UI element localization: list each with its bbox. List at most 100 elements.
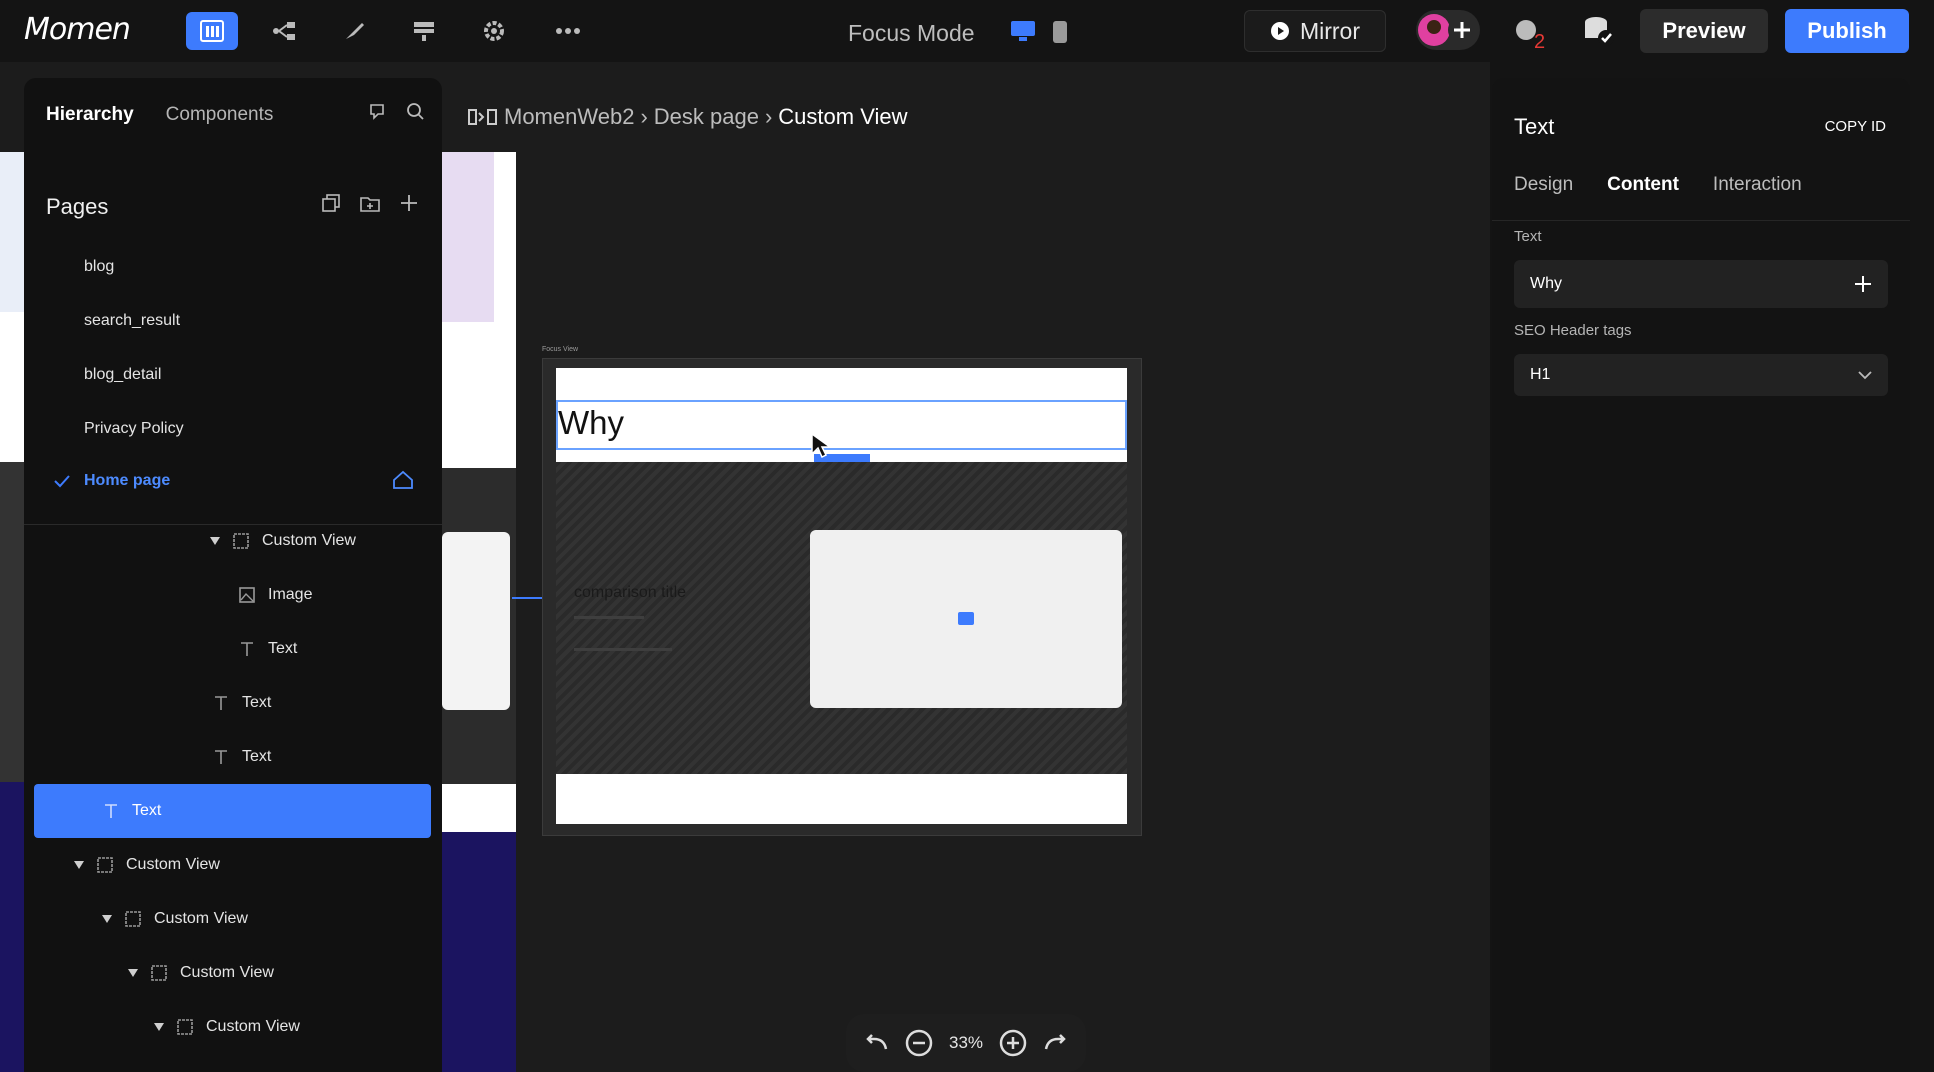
flow-icon[interactable] [258,12,310,50]
mobile-device-icon[interactable] [1052,20,1068,49]
placeholder-text-line [574,648,672,651]
breadcrumb-item-current[interactable]: Custom View [778,104,907,130]
selected-text-outline[interactable] [556,400,1127,450]
focus-mode-label[interactable]: Focus Mode [848,20,975,47]
caret-down-icon[interactable] [74,861,84,869]
tree-item-label: Text [268,640,298,657]
home-icon [393,470,413,489]
canvas-page-preview [442,152,516,1072]
tree-item-label: Custom View [154,910,248,927]
layout-panel-icon[interactable] [186,12,238,50]
tree-item-custom-view[interactable]: Custom View [210,526,356,556]
seo-header-select[interactable]: H1 [1514,354,1888,396]
caret-down-icon[interactable] [210,537,220,545]
zoom-out-icon[interactable] [905,1029,933,1057]
publish-button[interactable]: Publish [1785,9,1909,53]
frame-icon [151,965,167,981]
page-item-blog-detail[interactable]: blog_detail [84,366,161,384]
tree-item-custom-view[interactable]: Custom View [74,850,220,880]
add-page-icon[interactable] [400,194,418,212]
text-icon [215,750,227,764]
frame-icon [233,533,249,549]
canvas-page-preview-left [0,152,24,1072]
copy-page-icon[interactable] [322,194,340,212]
more-options-icon[interactable] [542,12,594,50]
zoom-control: 33% [846,1014,1086,1072]
tree-item-label: Text [242,748,272,765]
collaborators-avatar[interactable] [1416,10,1480,50]
database-check-icon[interactable] [1582,14,1616,48]
redo-icon[interactable] [1042,1033,1068,1053]
tree-item-text[interactable]: Text [238,634,297,664]
notification-count: 2 [1534,31,1545,50]
panel-divider [1492,220,1910,221]
zoom-level: 33% [948,1033,984,1052]
tab-components[interactable]: Components [166,104,274,126]
preview-button[interactable]: Preview [1640,9,1768,53]
text-field-label: Text [1514,228,1542,245]
checkmark-icon [54,475,70,488]
play-icon [1270,22,1289,40]
breadcrumb-separator: › [640,104,648,129]
properties-title: Text [1514,114,1555,139]
settings-gear-icon[interactable] [468,12,520,50]
tree-item-custom-view[interactable]: Custom View [154,1012,300,1042]
add-folder-icon[interactable] [360,194,380,212]
page-item-privacy-policy[interactable]: Privacy Policy [84,420,184,438]
caret-down-icon[interactable] [102,915,112,923]
tree-item-custom-view[interactable]: Custom View [128,958,274,988]
zoom-in-icon[interactable] [999,1029,1027,1057]
tab-interaction[interactable]: Interaction [1713,174,1802,196]
brush-icon[interactable] [328,12,380,50]
tree-item-label: Text [242,694,272,711]
text-value-input[interactable]: Why [1514,260,1888,308]
panel-divider [24,524,442,525]
frame-icon [125,911,141,927]
heading-text[interactable]: Why [558,404,624,442]
properties-panel: Text COPY ID Design Content Interaction … [1492,78,1910,1072]
tree-item-custom-view[interactable]: Custom View [102,904,248,934]
add-variable-icon[interactable] [1854,275,1872,293]
placeholder-text-line [574,616,644,619]
breadcrumb-item-project[interactable]: MomenWeb2 [504,104,634,130]
comparison-title-text[interactable]: comparison title [574,584,686,602]
tree-item-label: Custom View [262,532,356,549]
desktop-device-icon[interactable] [1010,20,1036,47]
copy-id-button[interactable]: COPY ID [1825,118,1886,135]
top-toolbar: Momen Focus Mode Mirror 2 Preview Publis… [0,0,1934,62]
tree-selection-highlight [34,784,431,838]
tree-item-label: Image [268,586,313,603]
seo-header-value: H1 [1530,366,1551,383]
mirror-button[interactable]: Mirror [1244,10,1386,52]
tab-hierarchy[interactable]: Hierarchy [46,104,134,126]
mouse-cursor-icon [810,432,836,465]
breadcrumb-separator: › [764,104,773,129]
momen-logo: Momen [24,12,131,47]
breadcrumb-item-page[interactable]: Desk page [654,104,759,130]
hierarchy-panel: Hierarchy Components Pages blog search_r… [24,78,442,1072]
tree-item-text-selected[interactable]: Text [102,796,161,826]
tab-content[interactable]: Content [1607,174,1679,196]
tree-item-label: Text [132,802,162,819]
caret-down-icon[interactable] [154,1023,164,1031]
text-icon [215,696,227,710]
tree-item-image[interactable]: Image [238,580,312,610]
frame-icon [97,857,113,873]
undo-icon[interactable] [864,1033,890,1053]
tree-item-text[interactable]: Text [212,688,271,718]
breadcrumb: MomenWeb2 › Desk page › Custom View [468,104,907,130]
frame-icon [177,1019,193,1035]
page-item-blog[interactable]: blog [84,258,114,276]
image-placeholder-icon [958,612,974,625]
text-icon [105,804,117,818]
data-table-icon[interactable] [398,12,450,50]
debug-bug-icon[interactable]: 2 [1510,14,1550,53]
search-icon[interactable] [406,102,424,120]
page-item-search-result[interactable]: search_result [84,312,180,330]
page-item-home[interactable]: Home page [24,452,442,512]
caret-down-icon[interactable] [128,969,138,977]
pin-icon[interactable] [368,102,386,120]
tree-item-text[interactable]: Text [212,742,271,772]
tab-design[interactable]: Design [1514,174,1573,196]
text-value: Why [1530,275,1562,292]
